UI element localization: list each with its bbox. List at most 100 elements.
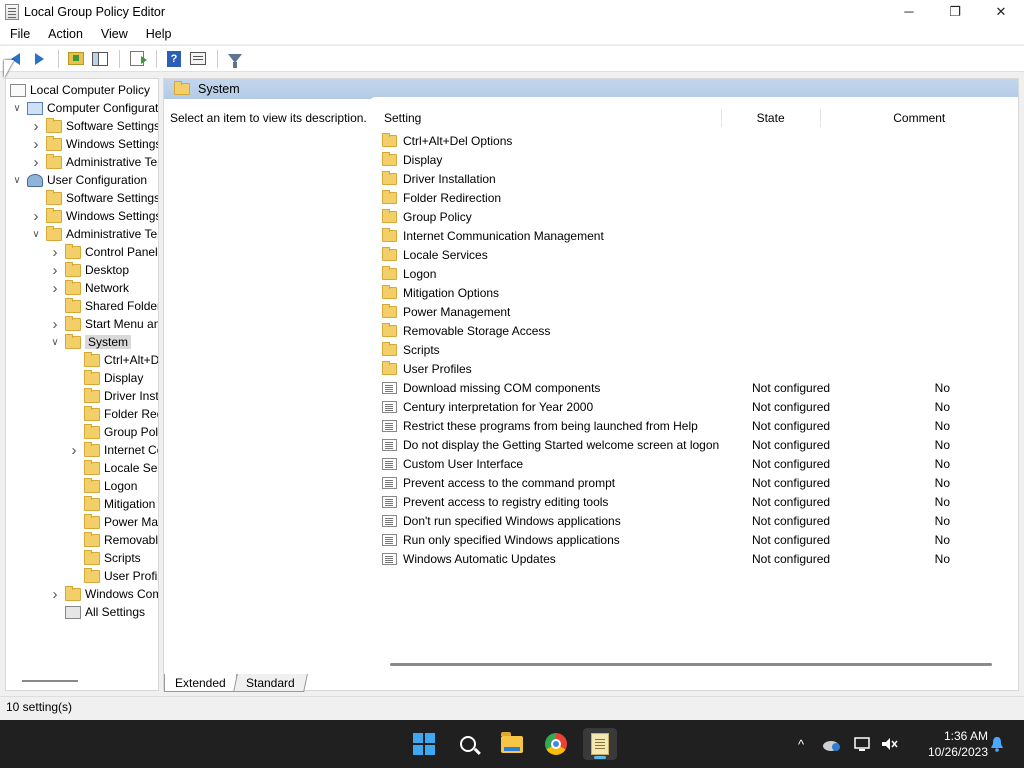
collapsed-chevron-icon[interactable]: › — [49, 243, 61, 261]
tree-item[interactable]: Power Management — [68, 513, 158, 531]
column-header-setting[interactable]: Setting — [368, 109, 722, 127]
minimize-button[interactable]: ─ — [886, 0, 932, 23]
show-hide-tree-button[interactable] — [89, 48, 111, 70]
tree-item[interactable]: Display — [68, 369, 143, 387]
tree-item[interactable]: ∨ Administrative Templates — [30, 225, 158, 243]
tree-item[interactable]: Scripts — [68, 549, 141, 567]
chrome-button[interactable] — [539, 728, 573, 760]
filter-button[interactable] — [224, 48, 246, 70]
network-icon[interactable] — [854, 736, 872, 752]
tree-item[interactable]: Ctrl+Alt+Del Options — [68, 351, 158, 369]
policy-setting-row[interactable]: Prevent access to registry editing tools… — [368, 492, 1018, 511]
folder-row[interactable]: Driver Installation — [368, 169, 1018, 188]
tree-item[interactable]: Folder Redirection — [68, 405, 158, 423]
tree-horizontal-scrollbar[interactable] — [22, 680, 78, 682]
folder-row[interactable]: Mitigation Options — [368, 283, 1018, 302]
expanded-chevron-icon[interactable]: ∨ — [30, 225, 42, 243]
tree-item[interactable]: › Windows Components — [49, 585, 158, 603]
policy-setting-row[interactable]: Century interpretation for Year 2000 Not … — [368, 397, 1018, 416]
policy-setting-row[interactable]: Restrict these programs from being launc… — [368, 416, 1018, 435]
clock[interactable]: 1:36 AM 10/26/2023 — [912, 728, 988, 760]
expanded-chevron-icon[interactable]: ∨ — [49, 333, 61, 351]
tree-item[interactable]: › Windows Settings — [30, 135, 158, 153]
tree-item[interactable]: Locale Services — [68, 459, 158, 477]
notification-bell-icon[interactable] — [990, 736, 1004, 752]
tab-extended[interactable]: Extended — [164, 674, 237, 692]
tree-item[interactable]: Shared Folders — [49, 297, 158, 315]
collapsed-chevron-icon[interactable]: › — [30, 117, 42, 135]
policy-setting-row[interactable]: Download missing COM components Not confi… — [368, 378, 1018, 397]
help-button[interactable]: ? — [163, 48, 185, 70]
up-one-level-button[interactable] — [65, 48, 87, 70]
tree-item[interactable]: Logon — [68, 477, 137, 495]
tree-item[interactable]: › Windows Settings — [30, 207, 158, 225]
collapsed-chevron-icon[interactable]: › — [49, 279, 61, 297]
policy-setting-row[interactable]: Run only specified Windows applications N… — [368, 530, 1018, 549]
folder-row[interactable]: Folder Redirection — [368, 188, 1018, 207]
menu-action[interactable]: Action — [38, 27, 91, 41]
navigation-tree[interactable]: Local Computer Policy ∨ Computer Configura… — [5, 78, 159, 691]
tree-item[interactable]: › Administrative Templates — [30, 153, 158, 171]
tree-item[interactable]: Software Settings — [30, 189, 158, 207]
tree-item[interactable]: User Profiles — [68, 567, 158, 585]
tab-standard[interactable]: Standard — [232, 674, 308, 692]
onedrive-icon[interactable] — [822, 736, 842, 752]
horizontal-scrollbar[interactable] — [390, 663, 992, 666]
settings-list[interactable]: Setting State Comment Ctrl+Alt+Del Optio… — [368, 97, 1018, 669]
tree-item[interactable]: Local Computer Policy — [6, 81, 150, 99]
collapsed-chevron-icon[interactable]: › — [30, 207, 42, 225]
folder-row[interactable]: Locale Services — [368, 245, 1018, 264]
folder-row[interactable]: Ctrl+Alt+Del Options — [368, 131, 1018, 150]
folder-row[interactable]: Scripts — [368, 340, 1018, 359]
column-header-comment[interactable]: Comment — [821, 109, 1019, 127]
close-button[interactable]: ✕ — [978, 0, 1024, 23]
tree-item[interactable]: ∨ User Configuration — [11, 171, 147, 189]
volume-muted-icon[interactable] — [880, 736, 898, 752]
policy-setting-row[interactable]: Prevent access to the command prompt Not … — [368, 473, 1018, 492]
menu-view[interactable]: View — [91, 27, 136, 41]
menu-help[interactable]: Help — [136, 27, 180, 41]
collapsed-chevron-icon[interactable]: › — [30, 135, 42, 153]
folder-row[interactable]: Removable Storage Access — [368, 321, 1018, 340]
folder-row[interactable]: Internet Communication Management — [368, 226, 1018, 245]
file-explorer-button[interactable] — [495, 728, 529, 760]
expanded-chevron-icon[interactable]: ∨ — [11, 99, 23, 117]
folder-row[interactable]: Power Management — [368, 302, 1018, 321]
tree-item[interactable]: › Control Panel — [49, 243, 158, 261]
maximize-button[interactable]: ❐ — [932, 0, 978, 23]
column-header-state[interactable]: State — [722, 109, 821, 127]
show-hidden-icons-chevron-icon[interactable]: ^ — [798, 737, 804, 752]
tree-item[interactable]: Removable Storage Access — [68, 531, 158, 549]
collapsed-chevron-icon[interactable]: › — [49, 315, 61, 333]
menu-file[interactable]: File — [0, 27, 38, 41]
tree-item[interactable]: › Start Menu and Taskbar — [49, 315, 158, 333]
tree-item[interactable]: Group Policy — [68, 423, 158, 441]
folder-row[interactable]: User Profiles — [368, 359, 1018, 378]
tree-item[interactable]: › Network — [49, 279, 129, 297]
collapsed-chevron-icon[interactable]: › — [30, 153, 42, 171]
policy-setting-row[interactable]: Custom User Interface Not configured No — [368, 454, 1018, 473]
folder-row[interactable]: Display — [368, 150, 1018, 169]
collapsed-chevron-icon[interactable]: › — [68, 441, 80, 459]
policy-setting-row[interactable]: Do not display the Getting Started welco… — [368, 435, 1018, 454]
tree-item[interactable]: ∨ Computer Configuration — [11, 99, 158, 117]
policy-setting-row[interactable]: Windows Automatic Updates Not configured N… — [368, 549, 1018, 568]
expanded-chevron-icon[interactable]: ∨ — [11, 171, 23, 189]
properties-button[interactable] — [187, 48, 209, 70]
tree-item[interactable]: ∨ System — [49, 333, 132, 351]
search-button[interactable] — [451, 728, 485, 760]
group-policy-editor-button[interactable] — [583, 728, 617, 760]
tree-item[interactable]: Mitigation Options — [68, 495, 158, 513]
export-list-button[interactable] — [126, 48, 148, 70]
start-button[interactable] — [407, 728, 441, 760]
folder-row[interactable]: Group Policy — [368, 207, 1018, 226]
tree-item[interactable]: › Software Settings — [30, 117, 158, 135]
collapsed-chevron-icon[interactable]: › — [49, 261, 61, 279]
policy-setting-row[interactable]: Don't run specified Windows applications… — [368, 511, 1018, 530]
forward-button[interactable] — [28, 48, 50, 70]
collapsed-chevron-icon[interactable]: › — [49, 585, 61, 603]
tree-item[interactable]: Driver Installation — [68, 387, 158, 405]
tree-item[interactable]: › Desktop — [49, 261, 129, 279]
tree-item[interactable]: All Settings — [49, 603, 145, 621]
folder-row[interactable]: Logon — [368, 264, 1018, 283]
